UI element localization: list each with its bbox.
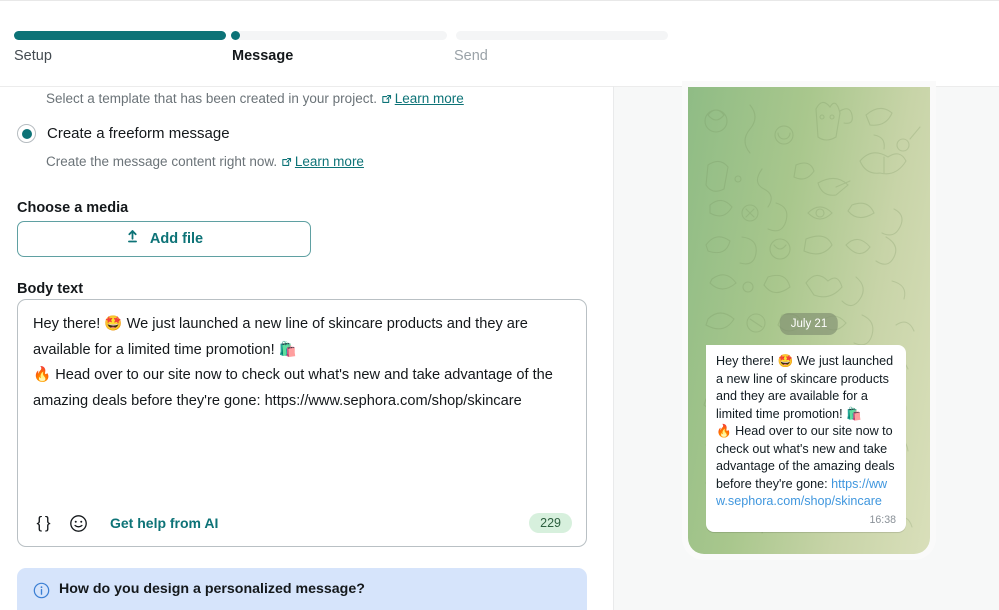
- stepper-label-message[interactable]: Message: [232, 46, 293, 66]
- chat-messages-scroll[interactable]: July 21 Hey there! 🤩 We just launched a …: [688, 87, 930, 554]
- freeform-option-row[interactable]: Create a freeform message: [17, 124, 230, 143]
- template-option-description: Select a template that has been created …: [46, 91, 464, 108]
- callout-title: How do you design a personalized message…: [59, 581, 365, 597]
- campaign-message-step-screen: Setup Message Send Select a template tha…: [0, 0, 999, 610]
- body-text-label: Body text: [17, 281, 83, 297]
- chat-message-text: Hey there! 🤩 We just launched a new line…: [716, 353, 896, 511]
- message-form-pane: Select a template that has been created …: [0, 86, 613, 610]
- stepper-segment-send[interactable]: [456, 31, 668, 40]
- info-circle-icon: [33, 582, 50, 604]
- personalization-info-callout: How do you design a personalized message…: [17, 568, 587, 610]
- body-text-editor[interactable]: Hey there! 🤩 We just launched a new line…: [17, 299, 587, 547]
- curly-braces-icon[interactable]: { }: [32, 512, 54, 534]
- template-option-description-text: Select a template that has been created …: [46, 91, 377, 106]
- character-count-badge: 229: [529, 513, 572, 533]
- external-link-icon: [381, 93, 392, 108]
- body-text-value[interactable]: Hey there! 🤩 We just launched a new line…: [33, 312, 573, 414]
- stepper-segment-setup[interactable]: [14, 31, 226, 40]
- stepper-label-send[interactable]: Send: [454, 46, 488, 66]
- freeform-learn-more-link[interactable]: Learn more: [281, 154, 364, 169]
- stepper-labels: Setup Message Send: [14, 46, 668, 70]
- wizard-stepper: Setup Message Send: [0, 0, 999, 86]
- template-learn-more-link[interactable]: Learn more: [381, 91, 464, 106]
- freeform-radio-button[interactable]: [17, 124, 36, 143]
- freeform-option-description: Create the message content right now. Le…: [46, 154, 364, 171]
- chat-message-bubble[interactable]: Hey there! 🤩 We just launched a new line…: [706, 345, 906, 532]
- content-area: Select a template that has been created …: [0, 86, 999, 610]
- stepper-label-setup[interactable]: Setup: [14, 46, 52, 66]
- freeform-option-description-text: Create the message content right now.: [46, 154, 277, 169]
- stepper-progress-track: [14, 31, 668, 40]
- upload-icon: [125, 229, 140, 249]
- phone-mockup: July 21 Hey there! 🤩 We just launched a …: [688, 87, 930, 554]
- radio-selected-dot: [22, 129, 32, 139]
- editor-toolbar: { } Get help from AI 229: [18, 500, 586, 546]
- stepper-segment-message[interactable]: [235, 31, 447, 40]
- freeform-learn-more-label: Learn more: [295, 154, 364, 169]
- add-file-button[interactable]: Add file: [17, 221, 311, 257]
- whatsapp-preview-pane: July 21 Hey there! 🤩 We just launched a …: [614, 86, 999, 610]
- callout-header: How do you design a personalized message…: [33, 581, 571, 604]
- freeform-option-label: Create a freeform message: [47, 125, 230, 142]
- external-link-icon: [281, 156, 292, 171]
- smiley-icon[interactable]: [67, 512, 89, 534]
- stepper-current-dot: [231, 31, 240, 40]
- template-learn-more-label: Learn more: [395, 91, 464, 106]
- choose-media-label: Choose a media: [17, 200, 128, 216]
- get-help-from-ai-link[interactable]: Get help from AI: [110, 515, 218, 531]
- chat-date-divider: July 21: [780, 313, 838, 335]
- add-file-label: Add file: [150, 231, 203, 247]
- chat-message-timestamp: 16:38: [716, 513, 896, 527]
- chat-message-body: Hey there! 🤩 We just launched a new line…: [716, 354, 898, 491]
